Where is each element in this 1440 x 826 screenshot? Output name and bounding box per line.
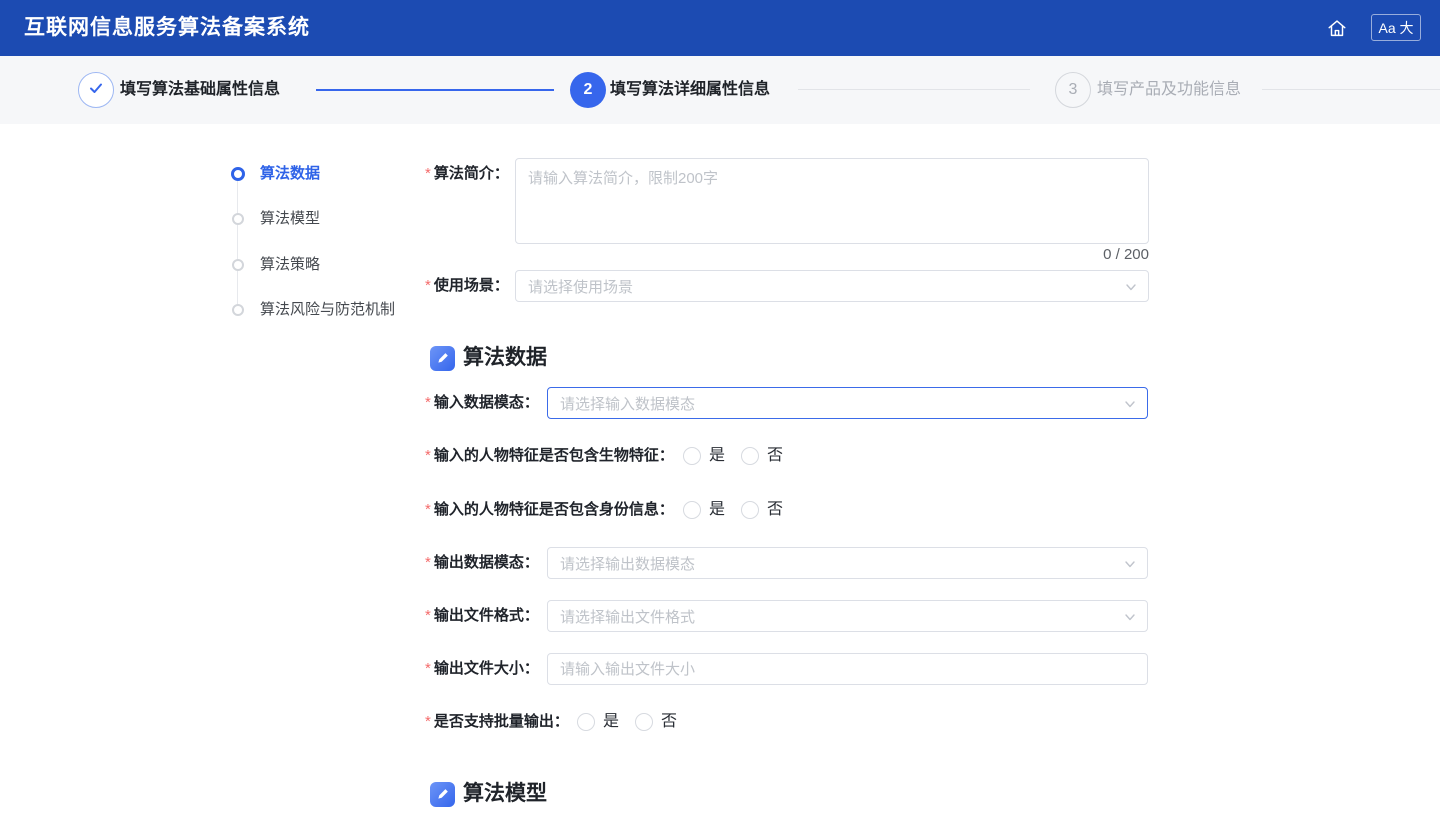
intro-textarea[interactable]	[515, 158, 1149, 244]
bio-feature-no-label[interactable]: 否	[767, 446, 783, 466]
chevron-down-icon	[1123, 610, 1137, 629]
step-2-number: 2	[584, 81, 593, 99]
font-size-button[interactable]: Aa 大	[1371, 14, 1421, 41]
scene-select-placeholder: 请选择使用场景	[528, 276, 633, 297]
required-asterisk: *	[425, 501, 431, 518]
identity-info-yes-radio[interactable]	[683, 501, 701, 519]
step-1-circle[interactable]	[78, 72, 114, 108]
input-modality-select[interactable]: 请选择输入数据模态	[547, 387, 1148, 419]
sidebar-dot[interactable]	[232, 213, 244, 225]
sidebar-timeline	[237, 180, 238, 305]
pen-icon	[430, 346, 455, 371]
output-modality-placeholder: 请选择输出数据模态	[560, 553, 695, 574]
batch-output-no-label[interactable]: 否	[661, 712, 677, 732]
batch-output-yes-radio[interactable]	[577, 713, 595, 731]
chevron-down-icon	[1124, 280, 1138, 299]
required-asterisk: *	[425, 554, 431, 571]
step-1-label[interactable]: 填写算法基础属性信息	[120, 80, 280, 100]
sidebar-item-algorithm-model[interactable]: 算法模型	[260, 209, 320, 229]
field-label-output-format: *输出文件格式：	[425, 606, 539, 626]
sidebar-dot-active[interactable]	[231, 167, 245, 181]
section-title-algorithm-data: 算法数据	[463, 344, 547, 372]
sidebar-item-algorithm-strategy[interactable]: 算法策略	[260, 255, 320, 275]
required-asterisk: *	[425, 277, 431, 294]
batch-output-yes-label[interactable]: 是	[603, 712, 619, 732]
home-icon[interactable]	[1326, 17, 1348, 39]
required-asterisk: *	[425, 660, 431, 677]
pen-icon	[430, 782, 455, 807]
step-indicator: 填写算法基础属性信息 2 填写算法详细属性信息 3 填写产品及功能信息	[0, 56, 1440, 124]
field-label-batch-output: *是否支持批量输出：	[425, 712, 569, 732]
sidebar-item-algorithm-data[interactable]: 算法数据	[260, 164, 320, 184]
section-title-algorithm-model: 算法模型	[463, 780, 547, 808]
field-label-bio-feature: *输入的人物特征是否包含生物特征：	[425, 446, 674, 466]
required-asterisk: *	[425, 165, 431, 182]
field-label-intro: *算法简介：	[425, 164, 509, 184]
step-connector-pending-2	[1262, 89, 1440, 90]
chevron-down-icon	[1123, 397, 1137, 416]
identity-info-no-radio[interactable]	[741, 501, 759, 519]
step-connector-pending-1	[798, 89, 1030, 90]
required-asterisk: *	[425, 394, 431, 411]
output-format-select[interactable]: 请选择输出文件格式	[547, 600, 1148, 632]
step-3-circle: 3	[1055, 72, 1091, 108]
chevron-down-icon	[1123, 557, 1137, 576]
output-format-placeholder: 请选择输出文件格式	[560, 606, 695, 627]
field-label-input-modality: *输入数据模态：	[425, 393, 539, 413]
sidebar-item-algorithm-risk[interactable]: 算法风险与防范机制	[260, 300, 395, 320]
app-header: 互联网信息服务算法备案系统 Aa 大	[0, 0, 1440, 56]
scene-select[interactable]: 请选择使用场景	[515, 270, 1149, 302]
char-counter: 0 / 200	[515, 246, 1149, 263]
identity-info-yes-label[interactable]: 是	[709, 500, 725, 520]
output-size-input[interactable]	[547, 653, 1148, 685]
step-3-number: 3	[1069, 81, 1078, 99]
step-2-circle[interactable]: 2	[570, 72, 606, 108]
batch-output-no-radio[interactable]	[635, 713, 653, 731]
check-icon	[87, 79, 105, 102]
input-modality-placeholder: 请选择输入数据模态	[560, 393, 695, 414]
output-modality-select[interactable]: 请选择输出数据模态	[547, 547, 1148, 579]
bio-feature-yes-label[interactable]: 是	[709, 446, 725, 466]
identity-info-no-label[interactable]: 否	[767, 500, 783, 520]
algorithm-filing-page: 互联网信息服务算法备案系统 Aa 大 填写算法基础属性信息 2 填写算法详细属性…	[0, 0, 1440, 826]
bio-feature-no-radio[interactable]	[741, 447, 759, 465]
required-asterisk: *	[425, 713, 431, 730]
field-label-output-size: *输出文件大小：	[425, 659, 539, 679]
sidebar-dot[interactable]	[232, 304, 244, 316]
app-title: 互联网信息服务算法备案系统	[24, 0, 310, 56]
required-asterisk: *	[425, 607, 431, 624]
field-label-identity-info: *输入的人物特征是否包含身份信息：	[425, 500, 674, 520]
bio-feature-yes-radio[interactable]	[683, 447, 701, 465]
field-label-scene: *使用场景：	[425, 276, 509, 296]
field-label-output-modality: *输出数据模态：	[425, 553, 539, 573]
required-asterisk: *	[425, 447, 431, 464]
step-2-label[interactable]: 填写算法详细属性信息	[610, 80, 770, 100]
step-3-label: 填写产品及功能信息	[1097, 80, 1241, 100]
sidebar-dot[interactable]	[232, 259, 244, 271]
step-connector-active	[316, 89, 554, 91]
